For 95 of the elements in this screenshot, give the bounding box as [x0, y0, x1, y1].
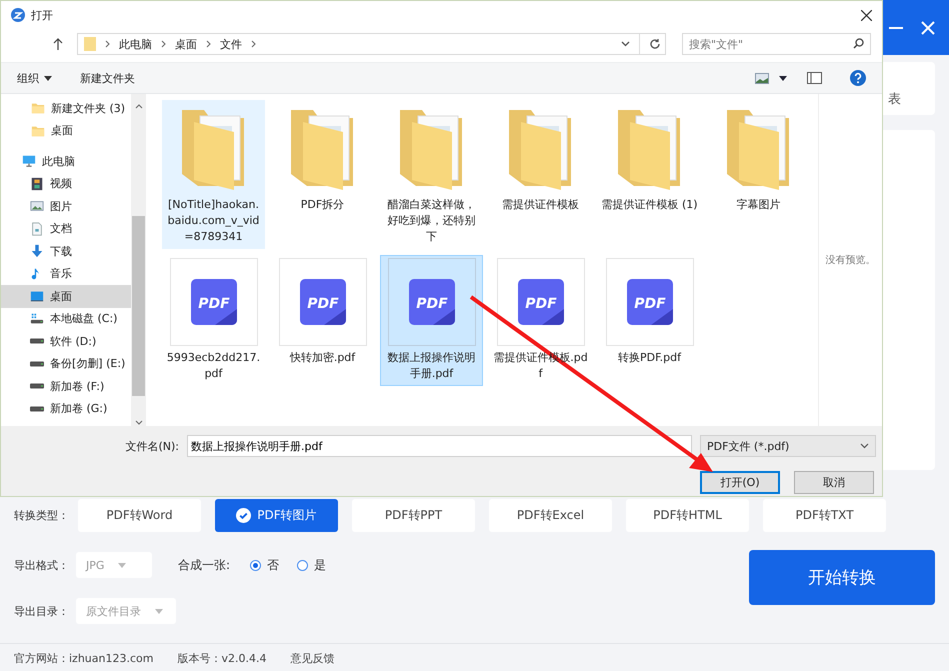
dropdown-chevron-icon[interactable] — [621, 41, 630, 47]
document-icon — [30, 222, 44, 236]
output-dir-label: 导出目录： — [14, 604, 70, 618]
sidebar-item[interactable]: 文档 — [1, 218, 131, 240]
pdf-logo-text: PDF — [416, 296, 448, 312]
address-bar[interactable]: 此电脑 桌面 文件 — [77, 33, 666, 55]
file-item[interactable]: 字幕图片 — [707, 100, 810, 249]
caret-icon — [155, 608, 163, 614]
video-icon — [30, 176, 44, 191]
export-format-label: 导出格式： — [14, 558, 70, 572]
chevron-icon — [206, 40, 211, 48]
merge-label: 合成一张: — [178, 556, 232, 574]
chevron-icon — [251, 40, 256, 48]
conversion-type-button[interactable]: PDF转HTML — [626, 498, 749, 532]
conversion-type-button[interactable]: PDF转PPT — [352, 498, 475, 532]
drive-icon — [30, 406, 44, 412]
breadcrumb-item[interactable]: 桌面 — [175, 36, 197, 52]
sidebar-item[interactable]: 新加卷 (F:) — [1, 375, 131, 398]
sidebar-item[interactable]: 本地磁盘 (C:) — [1, 308, 131, 330]
sidebar-item[interactable]: 桌面 — [1, 120, 131, 142]
file-item[interactable]: PDF拆分 — [271, 100, 374, 249]
search-field[interactable]: 搜索"文件" — [682, 33, 871, 55]
file-item[interactable]: [NoTitle]haokan.baidu.com_v_vid=8789341 — [162, 100, 265, 249]
check-icon — [236, 508, 252, 522]
pc-icon — [22, 154, 36, 168]
sidebar-item[interactable]: 视频 — [1, 172, 131, 195]
sidebar-item[interactable]: 软件 (D:) — [1, 330, 131, 352]
start-convert-button[interactable]: 开始转换 — [749, 550, 935, 605]
sidebar-item[interactable]: 新加卷 (G:) — [1, 398, 131, 420]
radio-option[interactable]: 否 — [250, 556, 279, 574]
drive-icon — [30, 383, 44, 390]
breadcrumb-item[interactable]: 文件 — [220, 36, 242, 52]
open-button[interactable]: 打开(O) — [700, 470, 780, 494]
scrollbar-thumb[interactable] — [132, 216, 145, 396]
conversion-type-button[interactable]: PDF转图片 — [215, 498, 338, 532]
sidebar-item[interactable]: 新建文件夹 (3) — [1, 97, 131, 120]
system-drive-icon — [30, 312, 44, 326]
preview-pane-icon[interactable] — [807, 72, 822, 84]
up-arrow-icon[interactable] — [53, 38, 63, 50]
cancel-button[interactable]: 取消 — [794, 470, 874, 494]
chevron-icon — [105, 40, 110, 48]
sidebar-item[interactable]: 此电脑 — [1, 150, 131, 172]
radio-option[interactable]: 是 — [297, 556, 326, 574]
organize-menu[interactable]: 组织 — [17, 70, 52, 86]
search-icon — [853, 38, 864, 49]
download-icon — [30, 244, 44, 258]
view-options-icon[interactable] — [755, 72, 769, 84]
sidebar-item[interactable]: 备份[勿删] (E:) — [1, 352, 131, 375]
drive-icon — [30, 360, 44, 367]
scroll-down-icon[interactable] — [134, 420, 142, 425]
app-logo-icon — [11, 8, 25, 22]
sidebar-item[interactable]: 桌面 — [1, 285, 131, 308]
no-preview-text: 没有预览。 — [826, 254, 876, 267]
conversion-type-label: 转换类型： — [14, 508, 70, 522]
radio-button[interactable] — [297, 560, 308, 570]
pdf-logo-text: PDF — [524, 296, 556, 312]
caret-icon — [118, 562, 126, 568]
sidebar-item[interactable]: 图片 — [1, 195, 131, 218]
file-item[interactable]: 醋溜白菜这样做，好吃到爆，还特别下 — [380, 100, 483, 249]
scroll-up-icon[interactable] — [134, 104, 142, 109]
conversion-type-button[interactable]: PDF转TXT — [763, 498, 886, 532]
file-type-dropdown[interactable]: PDF文件 (*.pdf) — [700, 435, 876, 457]
folder-icon — [31, 124, 45, 138]
sidebar-item[interactable]: 下载 — [1, 240, 131, 262]
pdf-logo-text: PDF — [198, 296, 230, 312]
refresh-icon[interactable] — [649, 38, 661, 50]
picture-icon — [30, 199, 44, 214]
new-folder-button[interactable]: 新建文件夹 — [80, 70, 135, 86]
chevron-icon — [161, 40, 166, 48]
folder-icon — [84, 37, 96, 51]
chevron-down-icon — [860, 443, 869, 449]
pdf-logo-text: PDF — [306, 296, 338, 312]
sidebar-item[interactable]: 音乐 — [1, 262, 131, 285]
footer-text: 版本号：v2.0.4.4 — [177, 650, 266, 666]
pdf-logo-text: PDF — [634, 296, 666, 312]
panel-label: 表 — [888, 91, 901, 108]
file-item[interactable]: PDF 数据上报操作说明手册.pdf — [380, 255, 483, 386]
conversion-type-button[interactable]: PDF转Word — [78, 498, 201, 532]
file-name-field[interactable]: 数据上报操作说明手册.pdf — [187, 435, 692, 457]
conversion-type-button[interactable]: PDF转Excel — [489, 498, 612, 532]
file-name-label: 文件名(N): — [125, 438, 179, 454]
close-icon[interactable] — [861, 10, 872, 20]
breadcrumb-item[interactable]: 此电脑 — [119, 36, 152, 52]
caret-icon — [44, 76, 52, 80]
file-item[interactable]: 需提供证件模板 — [489, 100, 592, 249]
file-item[interactable]: 需提供证件模板 (1) — [598, 100, 701, 249]
caret-icon[interactable] — [779, 76, 787, 80]
desktop-icon — [30, 289, 44, 304]
help-icon[interactable] — [850, 70, 866, 86]
radio-button[interactable] — [250, 560, 261, 570]
dialog-title: 打开 — [31, 8, 53, 22]
folder-icon — [31, 101, 45, 116]
feedback-link[interactable]: 意见反馈 — [290, 650, 334, 666]
drive-icon — [30, 338, 44, 344]
footer-text: 官方网站：izhuan123.com — [14, 650, 154, 666]
